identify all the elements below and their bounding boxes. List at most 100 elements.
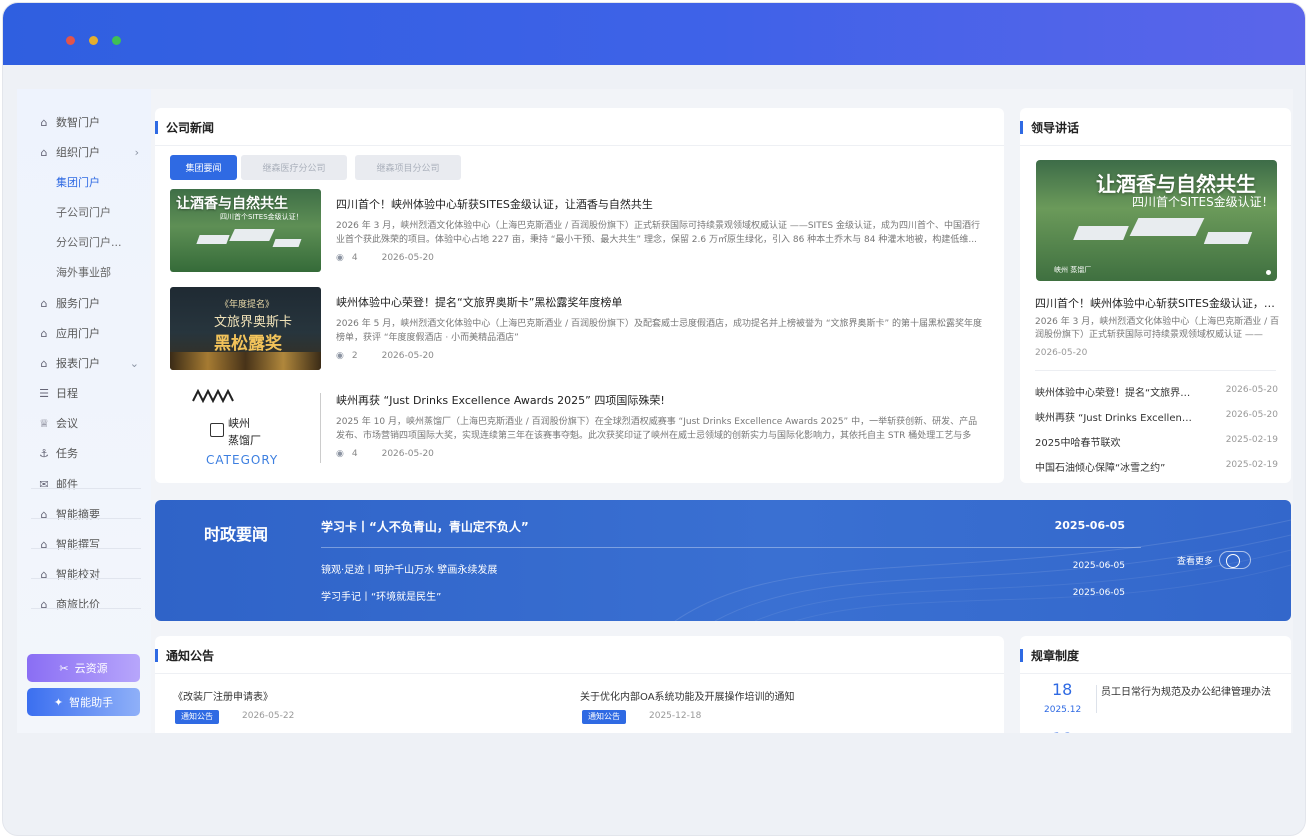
list-item-title: 中国石油倾心保障“冰雪之约”	[1035, 463, 1166, 474]
sidebar-divider	[31, 488, 141, 489]
news-meta: ◉ 4 2026-05-20	[336, 449, 434, 459]
news-thumbnail: 《年度提名》 文旅界奥斯卡 黑松露奖	[170, 287, 321, 370]
news-item[interactable]: 《年度提名》 文旅界奥斯卡 黑松露奖 峡州体验中心荣登！提名“文旅界奥斯卡”黑松…	[170, 287, 992, 371]
sidebar-subitem-branch-portal[interactable]: 分公司门户...	[56, 227, 122, 257]
sidebar-item-schedule[interactable]: ☰ 日程	[17, 378, 151, 408]
anchor-icon: ⚓	[39, 446, 49, 460]
notice-card: 通知公告 《改装厂注册申请表》 通知公告 2026-05-22 关于优化内部OA…	[155, 636, 1004, 733]
rule-title: 员工日常行为规范及办公纪律管理办法	[1101, 687, 1271, 698]
chevron-down-icon: ⌄	[129, 356, 139, 370]
news-item[interactable]: 让酒香与自然共生 四川首个SITES金级认证！ 四川首个！峡州体验中心斩获SIT…	[170, 189, 992, 273]
view-count: 4	[351, 449, 358, 459]
sidebar-item-mail[interactable]: ✉ 邮件	[17, 469, 151, 499]
tab-medical-branch[interactable]: 继森医疗分公司	[241, 155, 347, 180]
sidebar-item-label: 任务	[56, 447, 78, 460]
news-date: 2026-05-20	[381, 253, 434, 263]
sidebar-item-travel-compare[interactable]: ⌂ 商旅比价	[17, 589, 151, 619]
view-more-label: 查看更多	[1177, 556, 1214, 567]
leader-list-item[interactable]: 峡州体验中心荣登！提名“文旅界奥斯卡”黑松露奖年度榜单 2026-05-20	[1035, 384, 1278, 400]
sidebar-item-label: 数智门户	[56, 116, 100, 129]
leader-speech-card: 领导讲话 让酒香与自然共生 四川首个SITES金级认证！ 峡州 蒸馏厂 四川首个…	[1020, 108, 1291, 483]
news-date: 2026-05-20	[381, 351, 434, 361]
view-more-button[interactable]: 查看更多	[1177, 551, 1252, 569]
feature-title[interactable]: 四川首个！峡州体验中心斩获SITES金级认证，让酒香与自然共生	[1035, 295, 1277, 311]
news-summary: 2026 年 5 月，峡州烈酒文化体验中心（上海巴克斯酒业 / 百润股份旗下）及…	[336, 319, 983, 343]
sidebar-item-label: 报表门户	[56, 357, 100, 370]
list-item-date: 2026-05-20	[1225, 410, 1278, 420]
eye-icon: ◉	[336, 449, 344, 459]
rule-day: 18	[1052, 680, 1073, 699]
tab-project-branch[interactable]: 继森项目分公司	[355, 155, 461, 180]
leader-list-item[interactable]: 峡州再获 “Just Drinks Excellence Awards 2025…	[1035, 409, 1278, 425]
sidebar-item-report-portal[interactable]: ⌂ 报表门户 ⌄	[17, 348, 151, 378]
list-item-date: 2025-02-19	[1225, 460, 1278, 470]
home-icon: ⌂	[40, 326, 48, 340]
card-header: 领导讲话	[1020, 108, 1291, 146]
sidebar-item-org-portal[interactable]: ⌂ 组织门户 ›	[17, 137, 151, 167]
sidebar-subitem-subsidiary-portal[interactable]: 子公司门户	[56, 197, 111, 227]
ai-assistant-button[interactable]: ✦ 智能助手	[27, 688, 140, 716]
sidebar-item-smart-writing[interactable]: ⌂ 智能撰写	[17, 529, 151, 559]
thumbnail-subline: 四川首个SITES金级认证！	[220, 213, 303, 221]
thumbnail-line-3: 黑松露奖	[214, 334, 282, 354]
politics-news-banner: 时政要闻 学习卡丨“人不负青山，青山定不负人” 2025-06-05 镜观·足迹…	[155, 500, 1291, 621]
title-accent-bar	[1020, 649, 1023, 662]
news-summary: 2025 年 10 月，峡州蒸馏厂（上海巴克斯酒业 / 百润股份旗下）在全球烈酒…	[336, 417, 978, 441]
rule-item[interactable]: 18 2025.12 员工日常行为规范及办公纪律管理办法	[1034, 680, 1284, 722]
tab-group-news[interactable]: 集团要闻	[170, 155, 237, 180]
sidebar-item-service-portal[interactable]: ⌂ 服务门户	[17, 288, 151, 318]
title-accent-bar	[155, 121, 158, 134]
sidebar-item-digital-portal[interactable]: ⌂ 数智门户	[17, 107, 151, 137]
notice-item[interactable]: 关于优化内部OA系统功能及开展操作培训的通知 通知公告 2025-12-18	[580, 688, 940, 724]
close-dot-icon[interactable]	[66, 36, 75, 45]
sidebar-item-task[interactable]: ⚓ 任务	[17, 438, 151, 468]
thumbnail-line-1: 《年度提名》	[220, 300, 275, 310]
zigzag-logo-icon	[192, 389, 234, 403]
notice-date: 2026-05-22	[242, 711, 295, 721]
sidebar-item-smart-proofread[interactable]: ⌂ 智能校对	[17, 559, 151, 589]
sidebar-item-label: 邮件	[56, 478, 78, 491]
leader-list-item[interactable]: 中国石油倾心保障“冰雪之约” 2025-02-19	[1035, 459, 1278, 475]
sidebar-item-smart-summary[interactable]: ⌂ 智能摘要	[17, 499, 151, 529]
home-icon: ⌂	[40, 115, 48, 129]
chevron-right-icon: ›	[134, 145, 139, 159]
view-count: 4	[351, 253, 358, 263]
portal-app: ⌂ 数智门户 ⌂ 组织门户 › 集团门户 子公司门户 分公司门户... 海外事业…	[17, 89, 1293, 733]
home-icon: ⌂	[40, 356, 48, 370]
minimize-dot-icon[interactable]	[89, 36, 98, 45]
leader-hero-image[interactable]: 让酒香与自然共生 四川首个SITES金级认证！ 峡州 蒸馏厂	[1036, 160, 1277, 281]
rule-year-month: 2025.12	[1044, 705, 1082, 715]
notice-item[interactable]: 《改装厂注册申请表》 通知公告 2026-05-22	[173, 688, 533, 724]
brand-line-1: 峡州	[228, 417, 250, 430]
news-summary: 2026 年 3 月，峡州烈酒文化体验中心（上海巴克斯酒业 / 百润股份旗下）正…	[336, 221, 980, 245]
news-title[interactable]: 峡州体验中心荣登！提名“文旅界奥斯卡”黑松露奖年度榜单	[336, 294, 622, 310]
news-date: 2026-05-20	[381, 449, 434, 459]
sidebar-item-label: 日程	[56, 387, 78, 400]
sidebar-subitem-group-portal[interactable]: 集团门户	[56, 167, 100, 197]
title-accent-bar	[1020, 121, 1023, 134]
cloud-resources-button[interactable]: ✂ 云资源	[27, 654, 140, 682]
carousel-dot[interactable]	[1266, 270, 1271, 275]
headline-date: 2025-06-05	[1054, 519, 1125, 532]
divider	[1096, 685, 1097, 713]
politics-title: 时政要闻	[204, 525, 269, 544]
rule-day: 18	[1052, 729, 1072, 733]
maximize-dot-icon[interactable]	[112, 36, 121, 45]
sidebar-item-meeting[interactable]: ♕ 会议	[17, 408, 151, 438]
card-title: 通知公告	[166, 649, 215, 663]
news-item[interactable]: 峡州 蒸馏厂 CATEGORY 峡州再获 “Just Drinks Excell…	[170, 385, 992, 469]
sidebar-item-app-portal[interactable]: ⌂ 应用门户	[17, 318, 151, 348]
ai-assistant-label: 智能助手	[69, 696, 114, 709]
list-item-date: 2026-05-20	[1225, 385, 1278, 395]
feature-summary: 2026 年 3 月，峡州烈酒文化体验中心（上海巴克斯酒业 / 百润股份旗下）正…	[1035, 317, 1279, 340]
eye-icon: ◉	[336, 351, 344, 361]
news-title[interactable]: 四川首个！峡州体验中心斩获SITES金级认证，让酒香与自然共生	[336, 196, 653, 212]
sidebar: ⌂ 数智门户 ⌂ 组织门户 › 集团门户 子公司门户 分公司门户... 海外事业…	[17, 89, 151, 733]
sidebar-subitem-overseas[interactable]: 海外事业部	[56, 257, 111, 287]
list-item-date: 2025-06-05	[1072, 561, 1125, 571]
notice-title: 《改装厂注册申请表》	[173, 692, 273, 703]
sparkle-icon: ✦	[53, 695, 64, 709]
news-title[interactable]: 峡州再获 “Just Drinks Excellence Awards 2025…	[336, 392, 665, 408]
rules-card: 规章制度 18 2025.12 员工日常行为规范及办公纪律管理办法 18	[1020, 636, 1291, 733]
leader-list-item[interactable]: 2025中哈春节联欢 2025-02-19	[1035, 434, 1278, 450]
